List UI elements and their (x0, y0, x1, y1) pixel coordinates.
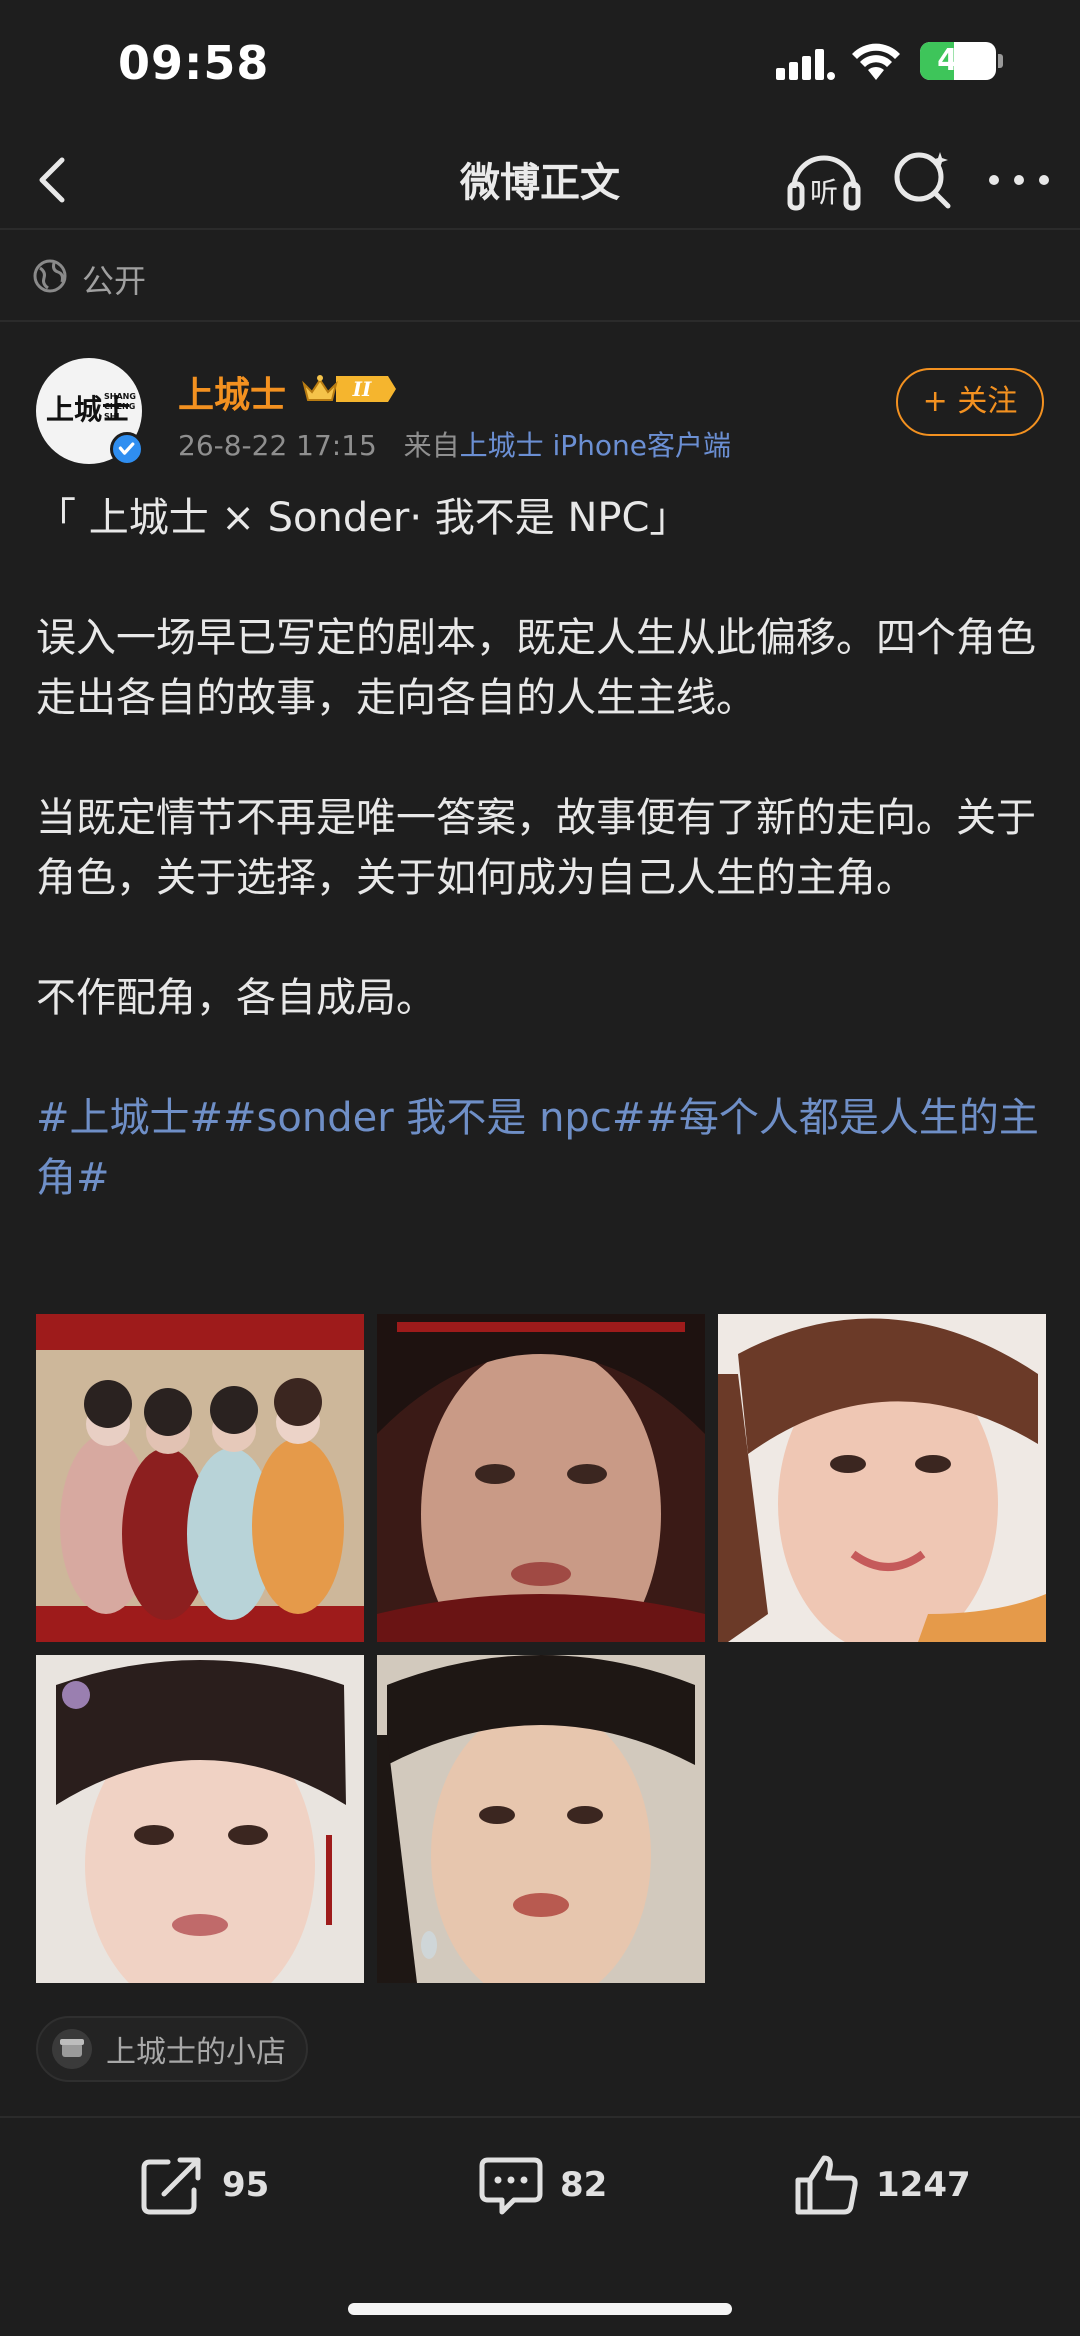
comment-count: 82 (560, 2165, 608, 2205)
post-body: 「 上城士 × Sonder· 我不是 NPC」 误入一场早已写定的剧本，既定人… (36, 488, 1046, 1208)
post-time: 26-8-22 17:15 (178, 429, 377, 462)
author-name[interactable]: 上城士 (178, 366, 286, 418)
nav-bar: 微博正文 听 (0, 130, 1080, 230)
search-icon[interactable] (890, 146, 956, 212)
listen-label: 听 (810, 176, 838, 209)
post-paragraph-3: 不作配角，各自成局。 (36, 975, 436, 1021)
status-bar: 09:58 45 (0, 0, 1080, 130)
comment-bubble-icon (479, 2157, 543, 2215)
member-level: II (352, 377, 372, 401)
visibility-row: 公开 (0, 232, 1080, 322)
shop-label: 上城士的小店 (106, 2035, 286, 2070)
home-indicator (348, 2303, 732, 2315)
repost-share-icon (141, 2157, 201, 2215)
visibility-label: 公开 (82, 262, 147, 300)
post-image-4[interactable] (36, 1655, 364, 1983)
thumbs-up-icon (795, 2155, 858, 2215)
battery-percent: 45 (937, 43, 979, 78)
shop-icon (52, 2029, 92, 2069)
shop-link[interactable]: 上城士的小店 (36, 2016, 308, 2082)
like-count: 1247 (876, 2165, 971, 2205)
follow-button[interactable]: + 关注 (896, 368, 1044, 436)
post-image-5[interactable] (377, 1655, 705, 1983)
post-paragraph-1: 误入一场早已写定的剧本，既定人生从此偏移。四个角色走出各自的故事，走向各自的人生… (36, 615, 1036, 721)
battery-cap (998, 54, 1003, 68)
group-photo-image (36, 1314, 364, 1642)
member-crown-badge-icon: II (302, 375, 396, 402)
comment-button[interactable]: 82 (478, 2150, 607, 2220)
more-options-icon[interactable] (984, 148, 1054, 212)
post-paragraph-2: 当既定情节不再是唯一答案，故事便有了新的走向。关于角色，关于选择，关于如何成为自… (36, 795, 1036, 901)
portrait-image (377, 1655, 705, 1983)
post-source[interactable]: 上城士 iPhone客户端 (460, 429, 731, 462)
status-time: 09:58 (118, 36, 270, 90)
repost-count: 95 (222, 2165, 270, 2205)
portrait-image (718, 1314, 1046, 1642)
like-button[interactable]: 1247 (794, 2150, 971, 2220)
listen-headphones-icon[interactable]: 听 (786, 144, 862, 214)
cellular-signal-icon (776, 49, 835, 80)
portrait-image (377, 1314, 705, 1642)
verified-badge-icon (110, 432, 144, 466)
source-prefix: 来自 (403, 429, 460, 462)
post-title-line: 「 上城士 × Sonder· 我不是 NPC」 (36, 495, 690, 541)
post-meta: 26-8-22 17:15 来自上城士 iPhone客户端 (178, 424, 731, 464)
post-image-3[interactable] (718, 1314, 1046, 1642)
avatar-logo-subtext: SHANG CHENG SHI (104, 392, 136, 421)
post-hashtags[interactable]: #上城士##sonder 我不是 npc##每个人都是人生的主角# (36, 1088, 1046, 1208)
globe-icon (33, 259, 67, 293)
battery-icon: 45 (920, 42, 996, 80)
post-image-2[interactable] (377, 1314, 705, 1642)
repost-button[interactable]: 95 (140, 2150, 269, 2220)
wifi-icon (852, 43, 900, 80)
portrait-image (36, 1655, 364, 1983)
post-image-1[interactable] (36, 1314, 364, 1642)
weibo-post-page: 09:58 45 微博正文 听 公开 上城士 SHANG CHENG SHI 上… (0, 0, 1080, 2336)
